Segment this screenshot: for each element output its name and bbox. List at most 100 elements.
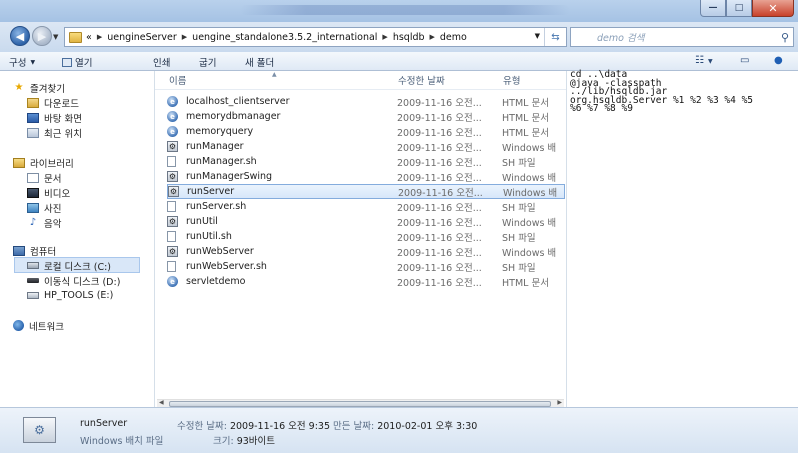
nav-label: 네트워크: [29, 321, 64, 333]
breadcrumb-separator-icon[interactable]: ▶: [382, 33, 387, 41]
organize-button[interactable]: 구성 ▼: [9, 55, 35, 69]
nav-label: 컴퓨터: [30, 246, 57, 258]
sh-file-icon: [167, 231, 176, 242]
breadcrumb-overflow[interactable]: «: [86, 32, 92, 43]
file-row[interactable]: runManager.sh 2009-11-16 오전... SH 파일: [167, 154, 565, 169]
file-name: runManager: [186, 141, 244, 152]
minimize-button[interactable]: —: [700, 0, 726, 17]
nav-removable-disk[interactable]: 이동식 디스크 (D:): [27, 273, 120, 288]
back-button[interactable]: ◀: [10, 26, 30, 46]
breadcrumb-item[interactable]: demo: [440, 32, 467, 43]
nav-label: 로컬 디스크 (C:): [44, 261, 111, 273]
horizontal-scrollbar[interactable]: ◀ ▶: [157, 399, 564, 407]
magnifier-icon[interactable]: ⚲: [781, 31, 789, 44]
scroll-left-icon[interactable]: ◀: [159, 399, 164, 406]
maximize-button[interactable]: □: [726, 0, 752, 17]
nav-desktop[interactable]: 바탕 화면: [27, 110, 82, 125]
pictures-icon: [27, 202, 39, 213]
file-name: localhost_clientserver: [186, 96, 290, 107]
recent-places-icon: [27, 127, 39, 138]
breadcrumb-item[interactable]: uengineServer: [107, 32, 177, 43]
breadcrumb-separator-icon[interactable]: ▶: [430, 33, 435, 41]
close-button[interactable]: ✕: [752, 0, 794, 17]
nav-documents[interactable]: 문서: [27, 170, 61, 185]
details-modified: 수정한 날짜: 2009-11-16 오전 9:35: [177, 418, 330, 432]
file-name: runWebServer.sh: [186, 261, 267, 272]
file-list: ▲ 이름 수정한 날짜 유형 e localhost_clientserver 20…: [155, 71, 566, 407]
file-type: SH 파일: [502, 157, 536, 169]
file-row[interactable]: runServer.sh 2009-11-16 오전... SH 파일: [167, 199, 565, 214]
breadcrumb-separator-icon[interactable]: ▶: [97, 33, 102, 41]
bat-file-icon: ⚙: [167, 246, 178, 257]
details-created: 만든 날짜: 2010-02-01 오후 3:30: [333, 418, 477, 432]
column-header-date[interactable]: 수정한 날짜: [398, 71, 445, 89]
file-row[interactable]: ⚙ runManagerSwing 2009-11-16 오전... Windows …: [167, 169, 565, 184]
sh-file-icon: [167, 201, 176, 212]
breadcrumb: « ▶ uengineServer ▶ uengine_standalone3.5.2…: [86, 32, 467, 43]
column-header-type[interactable]: 유형: [503, 71, 520, 89]
forward-button[interactable]: ▶: [32, 26, 52, 46]
file-row[interactable]: runWebServer.sh 2009-11-16 오전... SH 파일: [167, 259, 565, 274]
file-row[interactable]: ⚙ runUtil 2009-11-16 오전... Windows 배: [167, 214, 565, 229]
nav-computer[interactable]: 컴퓨터: [13, 243, 56, 258]
sh-file-icon: [167, 261, 176, 272]
details-file-name: runServer: [80, 418, 128, 429]
file-row[interactable]: e memoryquery 2009-11-16 오전... HTML 문서: [167, 124, 565, 139]
chevron-down-icon: ▼: [707, 58, 713, 65]
recent-pages-dropdown[interactable]: ▼: [53, 33, 58, 41]
nav-label: 즐겨찾기: [30, 83, 65, 95]
preview-pane-button[interactable]: ▭: [740, 55, 749, 66]
scroll-right-icon[interactable]: ▶: [557, 399, 562, 406]
help-button[interactable]: ●: [774, 55, 783, 66]
burn-button[interactable]: 굽기: [199, 55, 216, 69]
nav-recent[interactable]: 최근 위치: [27, 125, 82, 140]
address-bar[interactable]: « ▶ uengineServer ▶ uengine_standalone3.5.2…: [64, 27, 567, 47]
nav-libraries[interactable]: 라이브러리: [13, 155, 74, 170]
open-button[interactable]: 열기: [62, 55, 92, 69]
nav-label: 라이브러리: [30, 158, 74, 170]
address-dropdown-icon[interactable]: ▼: [535, 32, 540, 40]
file-row[interactable]: e memorydbmanager 2009-11-16 오전... HTML 문서: [167, 109, 565, 124]
nav-label: 음악: [44, 218, 62, 230]
column-header-name[interactable]: 이름: [169, 71, 186, 89]
file-row[interactable]: ⚙ runServer 2009-11-16 오전... Windows 배: [167, 184, 565, 199]
details-pane: ⚙ runServer Windows 배치 파일 수정한 날짜: 2009-1…: [0, 407, 798, 453]
nav-network[interactable]: 네트워크: [13, 318, 64, 333]
breadcrumb-separator-icon[interactable]: ▶: [182, 33, 187, 41]
html-file-icon: e: [167, 111, 178, 122]
nav-label: 최근 위치: [44, 128, 82, 140]
breadcrumb-item[interactable]: hsqldb: [393, 32, 425, 43]
window-title-blurred: [240, 5, 570, 15]
nav-favorites[interactable]: ★ 즐겨찾기: [13, 80, 65, 95]
views-button[interactable]: ☷ ▼: [695, 55, 713, 66]
network-icon: [13, 320, 24, 331]
print-button[interactable]: 인쇄: [153, 55, 170, 69]
file-row[interactable]: e localhost_clientserver 2009-11-16 오전... H…: [167, 94, 565, 109]
downloads-folder-icon: [27, 97, 39, 108]
search-input[interactable]: demo 검색 ⚲: [570, 27, 794, 47]
file-type: Windows 배: [502, 217, 557, 229]
breadcrumb-item[interactable]: uengine_standalone3.5.2_international: [192, 32, 377, 43]
file-row[interactable]: ⚙ runManager 2009-11-16 오전... Windows 배: [167, 139, 565, 154]
sort-ascending-icon: ▲: [272, 71, 277, 78]
refresh-button[interactable]: ⇆: [544, 28, 566, 46]
new-folder-button[interactable]: 새 폴더: [245, 55, 274, 69]
nav-pictures[interactable]: 사진: [27, 200, 61, 215]
file-row[interactable]: runUtil.sh 2009-11-16 오전... SH 파일: [167, 229, 565, 244]
html-file-icon: e: [167, 126, 178, 137]
nav-label: 문서: [44, 173, 62, 185]
nav-music[interactable]: ♪ 음악: [27, 215, 62, 230]
nav-hp-tools[interactable]: HP_TOOLS (E:): [27, 288, 113, 303]
computer-icon: [13, 245, 25, 256]
nav-local-disk[interactable]: 로컬 디스크 (C:): [27, 258, 111, 273]
file-row[interactable]: e servletdemo 2009-11-16 오전... HTML 문서: [167, 274, 565, 289]
file-date: 2009-11-16 오전...: [397, 247, 482, 259]
file-date: 2009-11-16 오전...: [397, 157, 482, 169]
drive-icon: [27, 292, 39, 299]
file-name: runUtil.sh: [186, 231, 232, 242]
nav-videos[interactable]: 비디오: [27, 185, 70, 200]
window-controls: — □ ✕: [700, 0, 794, 18]
file-row[interactable]: ⚙ runWebServer 2009-11-16 오전... Windows 배: [167, 244, 565, 259]
nav-downloads[interactable]: 다운로드: [27, 95, 79, 110]
documents-icon: [27, 172, 39, 183]
